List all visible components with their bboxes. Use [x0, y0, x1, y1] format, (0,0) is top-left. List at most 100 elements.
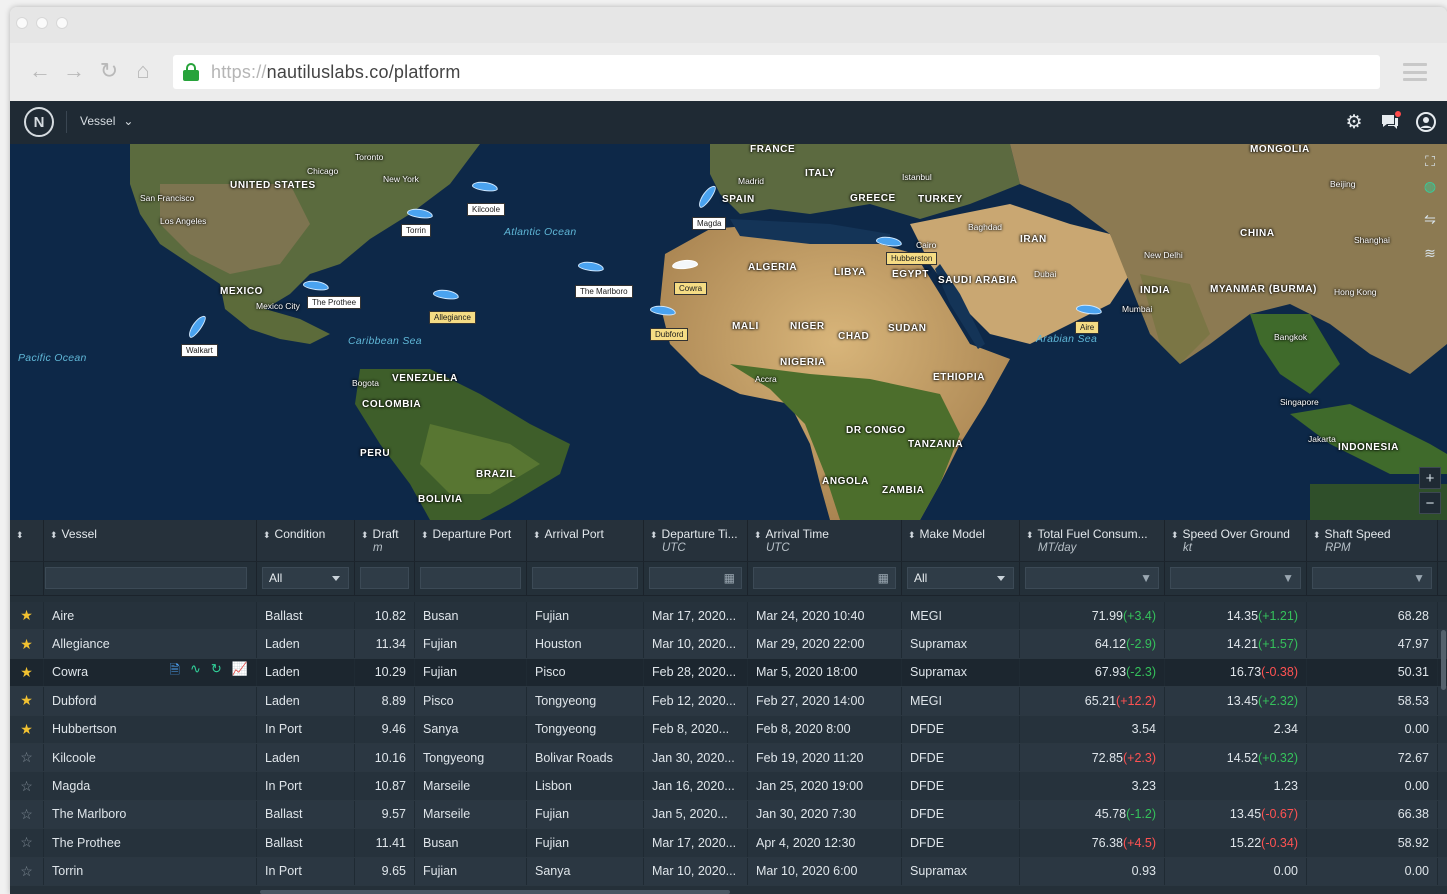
sort-icon[interactable]: ⬍ — [263, 530, 271, 540]
filter-select[interactable]: All — [262, 567, 349, 589]
sort-icon[interactable]: ⬍ — [754, 530, 762, 540]
ship-label[interactable]: Walkart — [181, 344, 218, 357]
browser-menu-icon[interactable] — [1403, 63, 1427, 81]
filter-select[interactable]: All — [907, 567, 1014, 589]
star-outline-icon[interactable]: ☆ — [10, 829, 44, 857]
column-header[interactable]: ⬍ Departure Ti... UTC — [644, 520, 748, 561]
world-map[interactable]: UNITED STATES MEXICO VENEZUELA COLOMBIA … — [10, 144, 1447, 520]
column-header[interactable]: ⬍ Draft m — [355, 520, 415, 561]
close-window-button[interactable] — [16, 17, 28, 29]
column-header[interactable]: ⬍ Arrival Time UTC — [748, 520, 902, 561]
reload-icon[interactable]: ↻ — [97, 58, 121, 83]
zoom-in-button[interactable]: + — [1419, 467, 1441, 489]
star-icon[interactable]: ★ — [10, 687, 44, 715]
filter-input[interactable]: ▦ — [753, 567, 896, 589]
zoom-out-button[interactable]: − — [1419, 492, 1441, 514]
filter-icon[interactable]: ▼ — [1282, 571, 1294, 585]
map-view-icon[interactable]: ⛶ — [1419, 150, 1441, 172]
calendar-icon[interactable]: ▦ — [724, 571, 735, 585]
sort-icon[interactable]: ⬍ — [533, 530, 541, 540]
star-icon[interactable]: ★ — [10, 715, 44, 743]
filter-icon[interactable]: ▼ — [1413, 571, 1425, 585]
filter-input[interactable]: ▼ — [1170, 567, 1301, 589]
ship-label[interactable]: Aire — [1075, 321, 1100, 334]
column-header[interactable]: ⬍ — [10, 520, 44, 561]
address-bar[interactable]: https://nautiluslabs.co/platform — [173, 55, 1380, 89]
minimize-window-button[interactable] — [36, 17, 48, 29]
sort-icon[interactable]: ⬍ — [1026, 530, 1034, 540]
filter-input[interactable] — [532, 567, 638, 589]
column-header[interactable]: ⬍ Departure Port — [415, 520, 527, 561]
star-outline-icon[interactable]: ☆ — [10, 857, 44, 885]
header-divider — [66, 111, 67, 133]
back-icon[interactable]: ← — [28, 58, 52, 83]
table-row[interactable]: ☆ Magda In Port 10.87 Marseile Lisbon Jan 16, … — [10, 772, 1447, 801]
filter-input[interactable] — [360, 567, 409, 589]
table-row[interactable]: ☆ The Marlboro Ballast 9.57 Marseile Fujian Ja… — [10, 800, 1447, 830]
column-header[interactable]: ⬍ Total Fuel Consum... MT/day — [1020, 520, 1165, 561]
refresh-icon[interactable]: ↻ — [211, 661, 222, 683]
column-header[interactable]: ⬍ Vessel — [44, 520, 257, 561]
make-model-value: Supramax — [910, 665, 967, 680]
nautilus-logo[interactable]: N — [24, 107, 54, 137]
calendar-icon[interactable]: ▦ — [878, 571, 889, 585]
horizontal-scrollbar[interactable] — [260, 890, 730, 894]
chart-icon[interactable]: 📈 — [232, 661, 248, 683]
column-header[interactable]: ⬍ Speed Over Ground kt — [1165, 520, 1307, 561]
ship-label[interactable]: Magda — [692, 217, 727, 230]
ship-label[interactable]: The Prothee — [307, 296, 362, 309]
maximize-window-button[interactable] — [56, 17, 68, 29]
ship-label[interactable]: Kilcoole — [467, 203, 506, 216]
column-header[interactable]: ⬍ Condition — [257, 520, 355, 561]
ship-label[interactable]: Torrin — [401, 224, 432, 237]
sort-icon[interactable]: ⬍ — [1171, 530, 1179, 540]
star-outline-icon[interactable]: ☆ — [10, 800, 44, 829]
sort-icon[interactable]: ⬍ — [361, 530, 369, 540]
sort-icon[interactable]: ⬍ — [16, 530, 24, 540]
ship-label[interactable]: Cowra — [674, 282, 708, 295]
filter-icon[interactable]: ▼ — [1140, 571, 1152, 585]
chat-icon[interactable] — [1379, 111, 1401, 133]
home-icon[interactable]: ⌂ — [131, 58, 155, 83]
sort-icon[interactable]: ⬍ — [1313, 530, 1321, 540]
layers-icon[interactable]: ≋ — [1419, 242, 1441, 264]
sort-icon[interactable]: ⬍ — [421, 530, 429, 540]
column-header[interactable]: ⬍ Arrival Port — [527, 520, 644, 561]
table-row[interactable]: ★ Hubbertson In Port 9.46 Sanya Tongyeong Feb … — [10, 715, 1447, 744]
sort-icon[interactable]: ⬍ — [50, 530, 58, 540]
star-outline-icon[interactable]: ☆ — [10, 772, 44, 800]
star-icon[interactable]: ★ — [10, 658, 44, 687]
filter-input[interactable]: ▼ — [1312, 567, 1432, 589]
vertical-scrollbar[interactable] — [1441, 630, 1446, 690]
globe-icon[interactable]: ◍ — [1419, 175, 1441, 197]
gear-icon[interactable]: ⚙ — [1343, 111, 1365, 133]
document-icon[interactable]: 🗎 — [170, 661, 180, 683]
user-icon[interactable] — [1415, 111, 1437, 133]
forward-icon[interactable]: → — [62, 58, 86, 83]
sort-icon[interactable]: ⬍ — [908, 530, 916, 540]
ship-label[interactable]: Allegiance — [429, 311, 476, 324]
table-row[interactable]: ☆ The Prothee Ballast 11.41 Busan Fujian Mar 1… — [10, 829, 1447, 858]
ship-label[interactable]: Dubford — [650, 328, 689, 341]
star-outline-icon[interactable]: ☆ — [10, 743, 44, 772]
ship-label[interactable]: Hubberston — [886, 252, 938, 265]
table-row[interactable]: ☆ Torrin In Port 9.65 Fujian Sanya Mar 10, 202… — [10, 857, 1447, 886]
table-row[interactable]: ☆ Kilcoole Laden 10.16 Tongyeong Bolivar Road… — [10, 743, 1447, 773]
filter-input[interactable] — [420, 567, 521, 589]
table-row[interactable]: ★ Dubford Laden 8.89 Pisco Tongyeong Feb 12, 2… — [10, 687, 1447, 716]
star-icon[interactable]: ★ — [10, 630, 44, 658]
column-header[interactable]: ⬍ Shaft Speed RPM — [1307, 520, 1438, 561]
column-header[interactable]: ⬍ Make Model — [902, 520, 1020, 561]
filter-input[interactable]: ▦ — [649, 567, 742, 589]
table-row[interactable]: ★ Allegiance Laden 11.34 Fujian Houston Mar 10… — [10, 630, 1447, 659]
vessel-dropdown[interactable]: Vessel ⌄ — [80, 114, 133, 128]
table-row[interactable]: ★ Aire Ballast 10.82 Busan Fujian Mar 17, 2020… — [10, 602, 1447, 631]
activity-icon[interactable]: ∿ — [190, 661, 201, 683]
ship-label[interactable]: The Marlboro — [575, 285, 633, 298]
filter-input[interactable] — [45, 567, 247, 589]
table-row[interactable]: ★ Cowra 🗎 ∿ ↻ 📈 Laden 10.29 Fujian Pisco Feb 28, 2… — [10, 658, 1447, 688]
star-icon[interactable]: ★ — [10, 602, 44, 630]
sort-icon[interactable]: ⬍ — [650, 530, 658, 540]
filter-input[interactable]: ▼ — [1025, 567, 1159, 589]
route-icon[interactable]: ⇋ — [1419, 208, 1441, 230]
